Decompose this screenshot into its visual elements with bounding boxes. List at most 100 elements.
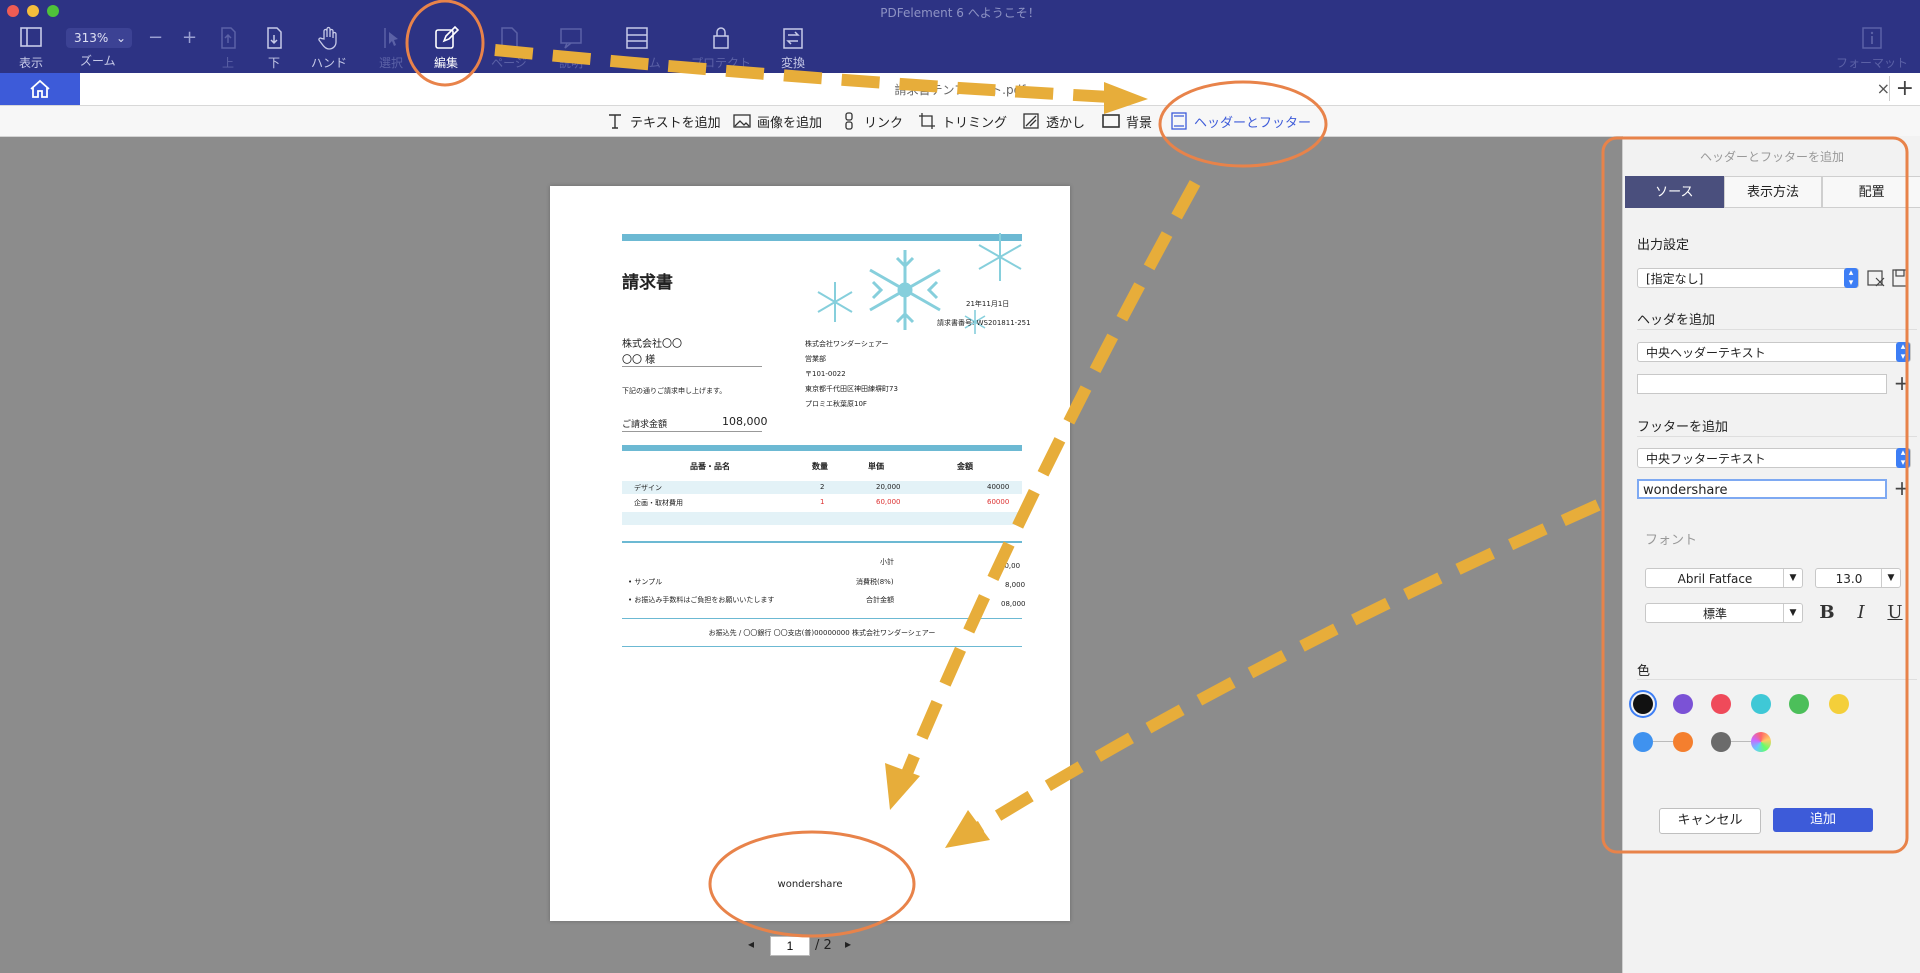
footer-insert-button[interactable]: +: [1892, 478, 1912, 499]
view-button[interactable]: 表示: [0, 24, 62, 70]
tab-placement[interactable]: 配置: [1822, 176, 1920, 208]
link-label: リンク: [864, 115, 904, 131]
tab-display[interactable]: 表示方法: [1723, 176, 1823, 208]
total-value: 08,000: [1001, 600, 1026, 608]
header-insert-button[interactable]: +: [1892, 373, 1912, 394]
previous-page-arrow[interactable]: ◂: [748, 937, 754, 951]
crop-button[interactable]: トリミング: [918, 111, 1007, 131]
header-footer-icon: [1171, 112, 1187, 130]
table-header-item: 品番・品名: [690, 462, 730, 471]
bold-button[interactable]: B: [1817, 603, 1837, 623]
page-number-input[interactable]: [770, 936, 810, 956]
color-swatch[interactable]: [1711, 694, 1731, 714]
header-section-label: ヘッダを追加: [1637, 313, 1716, 328]
color-swatch[interactable]: [1633, 732, 1653, 752]
color-swatch[interactable]: [1751, 732, 1771, 752]
pdf-page[interactable]: 請求書 21年11月1日 請求書番号: WS201811-251 株式会社〇〇 …: [550, 186, 1070, 921]
zoom-in-button[interactable]: +: [182, 27, 197, 48]
form-label: フォーム: [613, 56, 661, 70]
font-family-select[interactable]: Abril Fatface ▼: [1645, 568, 1803, 588]
subtotal-label: 小計: [880, 558, 894, 566]
down-label: 下: [267, 56, 280, 70]
note-fee: • お振込み手数料はご負担をお願いいたします: [628, 596, 775, 604]
header-footer-button[interactable]: ヘッダーとフッター: [1170, 111, 1311, 131]
table-cell-item: 企画・取材費用: [634, 499, 683, 507]
link-button[interactable]: リンク: [840, 111, 903, 131]
table-cell-price: 60,000: [876, 498, 901, 506]
window-title: PDFelement 6 へようこそ！: [880, 6, 1040, 20]
next-page-button[interactable]: 下: [243, 24, 305, 70]
comment-label: 説明: [558, 56, 583, 70]
main-toolbar: PDFelement 6 へようこそ！ 表示 313% ⌄ ズーム − + 上 …: [0, 0, 1920, 73]
color-swatch[interactable]: [1673, 732, 1693, 752]
panel-title: ヘッダーとフッターを追加: [1699, 150, 1844, 164]
comment-tool-button[interactable]: 説明: [540, 24, 602, 70]
add-text-label: テキストを追加: [630, 115, 721, 131]
background-button[interactable]: 背景: [1102, 111, 1152, 131]
header-text-field[interactable]: [1637, 374, 1887, 394]
color-section-divider: [1637, 679, 1917, 680]
cancel-button[interactable]: キャンセル: [1659, 808, 1761, 834]
footer-text-field[interactable]: wondershare: [1637, 479, 1887, 499]
bank-divider-bottom: [622, 646, 1022, 647]
output-settings-select[interactable]: [指定なし] ▴ ▾: [1637, 268, 1859, 288]
color-swatch[interactable]: [1829, 694, 1849, 714]
edit-label: 編集: [433, 56, 458, 70]
italic-button[interactable]: I: [1851, 603, 1871, 623]
footer-section-divider: [1637, 436, 1917, 437]
table-row-empty: [622, 512, 1022, 525]
color-swatch[interactable]: [1673, 694, 1693, 714]
color-label: 色: [1637, 664, 1651, 679]
color-swatch[interactable]: [1751, 694, 1771, 714]
tab-source[interactable]: ソース: [1625, 176, 1724, 208]
add-image-label: 画像を追加: [757, 115, 823, 131]
document-tab-title[interactable]: 請求書テンプレート.pdf: [0, 81, 1920, 98]
save-preset-icon[interactable]: [1891, 268, 1909, 288]
note-sample-text: サンプル: [634, 578, 663, 586]
form-tool-button[interactable]: フォーム: [606, 24, 668, 70]
output-settings-value: [指定なし]: [1646, 272, 1704, 286]
format-panel-button[interactable]: フォーマット: [1834, 24, 1910, 70]
font-style-select[interactable]: 標準 ▼: [1645, 603, 1803, 623]
zoom-select[interactable]: 313% ⌄: [66, 28, 132, 48]
edit-toolbar: テキストを追加 画像を追加 リンク トリミング 透かし 背景 ヘッダーとフッター: [0, 106, 1920, 137]
comment-icon: [557, 24, 585, 52]
invoice-date: 21年11月1日: [966, 300, 1010, 308]
add-button[interactable]: 追加: [1773, 808, 1873, 832]
zoom-out-button[interactable]: −: [148, 27, 163, 48]
font-size-select[interactable]: 13.0 ▼: [1815, 568, 1901, 588]
protect-tool-button[interactable]: プロテクト: [690, 24, 752, 70]
convert-tool-button[interactable]: 変換: [762, 24, 824, 70]
header-position-select[interactable]: 中央ヘッダーテキスト ▴ ▾: [1637, 342, 1911, 362]
request-text: 下記の通りご請求申し上げます。: [622, 387, 727, 395]
font-style-value: 標準: [1702, 607, 1727, 621]
zoom-value: 313%: [74, 31, 109, 45]
new-tab-button[interactable]: +: [1888, 76, 1914, 101]
select-tool-button[interactable]: 選択: [360, 24, 422, 70]
add-image-button[interactable]: 画像を追加: [733, 111, 822, 131]
color-swatch[interactable]: [1789, 694, 1809, 714]
page-tool-button[interactable]: ページ: [478, 24, 540, 70]
watermark-button[interactable]: 透かし: [1022, 111, 1085, 131]
invoice-number: 請求書番号: WS201811-251: [937, 319, 1031, 327]
add-text-button[interactable]: テキストを追加: [606, 111, 721, 131]
background-icon: [1102, 114, 1120, 128]
underline-button[interactable]: U: [1885, 603, 1905, 623]
color-swatch[interactable]: [1633, 694, 1653, 714]
table-header-price: 単価: [868, 462, 884, 471]
view-label: 表示: [18, 56, 43, 70]
footer-position-select[interactable]: 中央フッターテキスト ▴ ▾: [1637, 448, 1911, 468]
color-swatch[interactable]: [1711, 732, 1731, 752]
edit-tool-button[interactable]: 編集: [415, 24, 477, 70]
hand-tool-button[interactable]: ハンド: [298, 24, 360, 70]
dropdown-arrow-icon: ▼: [1783, 604, 1802, 622]
watermark-icon: [1023, 113, 1039, 129]
next-page-arrow[interactable]: ▸: [845, 937, 851, 951]
tax-label: 消費税(8%): [856, 578, 894, 586]
delete-preset-icon[interactable]: [1866, 268, 1886, 288]
table-cell-amount: 40000: [987, 483, 1010, 491]
client-name: 〇〇 様: [622, 355, 656, 366]
footer-section-label: フッターを追加: [1637, 420, 1729, 435]
table-row: デザイン 2 20,000 40000: [622, 481, 1022, 494]
table-header-amount: 金額: [957, 462, 973, 471]
